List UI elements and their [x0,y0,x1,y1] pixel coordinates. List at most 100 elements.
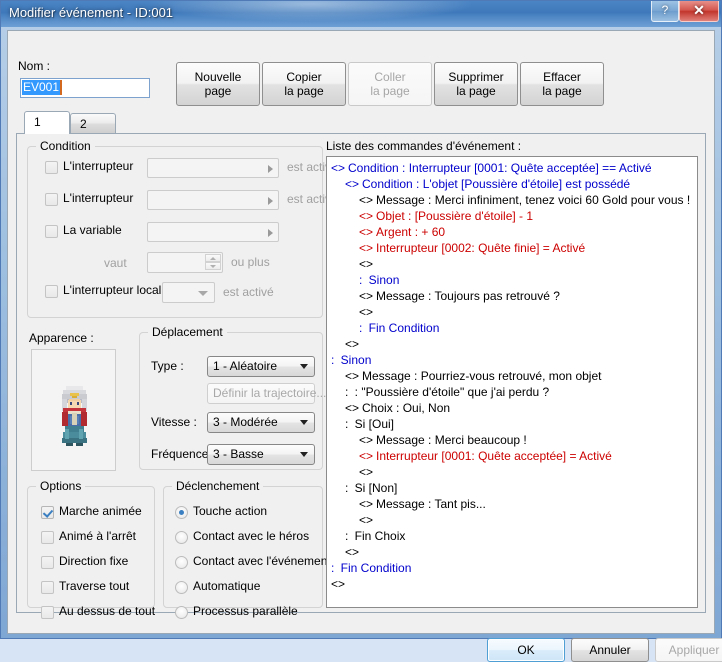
apply-button[interactable]: Appliquer [655,638,722,662]
trigger-label-1: Contact avec le héros [193,529,310,543]
command-diamond-icon: <> [359,241,374,255]
vitesse-label: Vitesse : [151,415,197,429]
command-line[interactable]: <> Condition : Interrupteur [0001: Quête … [329,160,697,176]
trigger-radio-2[interactable] [175,556,188,569]
options-legend: Options [36,479,86,493]
cancel-button[interactable]: Annuler [571,638,649,662]
command-line[interactable]: <> Message : Toujours pas retrouvé ? [329,288,697,304]
command-text: Argent : + 60 [376,225,446,239]
command-line[interactable]: <> [329,304,697,320]
switch2-label: L'interrupteur [63,191,134,205]
apparence-preview[interactable] [31,349,116,471]
command-colon-icon: : [331,353,338,367]
command-line[interactable]: : Fin Condition [329,560,697,576]
close-icon[interactable]: ✕ [679,1,719,22]
command-line[interactable]: <> Message : Tant pis... [329,496,697,512]
titlebar-glow [151,1,471,21]
command-line[interactable]: <> Objet : [Poussière d'étoile] - 1 [329,208,697,224]
command-line[interactable]: <> [329,464,697,480]
command-line[interactable]: : Fin Choix [329,528,697,544]
tab-label: 2 [80,117,87,131]
switch2-combo[interactable] [147,190,279,210]
command-text: Message : Tant pis... [376,497,486,511]
command-line[interactable]: : Si [Oui] [329,416,697,432]
page-button-line2: la page [284,84,324,98]
command-line[interactable]: : Si [Non] [329,480,697,496]
page-button-line1: Supprimer [448,70,504,84]
define-path-button[interactable]: Définir la trajectoire... [207,383,326,404]
command-text: Interrupteur [0002: Quête finie] = Activ… [376,241,586,255]
tab-2[interactable]: 2 [70,113,116,133]
vaut-label: vaut [104,256,127,270]
option-checkbox-0[interactable] [41,506,54,519]
command-line[interactable]: : Sinon [329,272,697,288]
command-line[interactable]: : Fin Condition [329,320,697,336]
command-line[interactable]: <> Interrupteur [0001: Quête acceptée] = … [329,448,697,464]
command-diamond-icon: <> [345,369,360,383]
command-colon-icon: : [331,561,338,575]
command-diamond-icon: <> [359,209,374,223]
page-button-effacer[interactable]: Effacer la page [520,62,604,106]
option-checkbox-2[interactable] [41,556,54,569]
trigger-radio-3[interactable] [175,581,188,594]
page-button-nouvelle[interactable]: Nouvelle page [176,62,260,106]
trigger-radio-4[interactable] [175,606,188,619]
command-line[interactable]: <> Argent : + 60 [329,224,697,240]
trigger-label-4: Processus parallèle [193,604,298,618]
command-list[interactable]: <> Condition : Interrupteur [0001: Quête … [326,156,698,608]
command-diamond-icon: <> [359,225,374,239]
help-button[interactable]: ? [651,1,679,22]
command-diamond-icon: <> [359,513,374,527]
command-line[interactable]: <> [329,544,697,560]
chevron-down-icon [198,291,208,296]
local-switch-combo[interactable] [162,282,215,303]
frequence-combo[interactable]: 3 - Basse [207,444,315,465]
name-label: Nom : [18,59,51,73]
command-line[interactable]: <> Interrupteur [0002: Quête finie] = Act… [329,240,697,256]
command-diamond-icon: <> [359,193,374,207]
command-line[interactable]: <> Condition : L'objet [Poussière d'étoil… [329,176,697,192]
title-bar[interactable]: Modifier événement - ID:001 ? ✕ [1,1,721,27]
command-line[interactable]: <> [329,576,697,592]
variable-checkbox[interactable] [45,225,58,238]
switch2-checkbox[interactable] [45,193,58,206]
command-text: Condition : Interrupteur [0001: Quête ac… [348,161,652,175]
deplacement-legend: Déplacement [148,325,227,339]
page-button-supprimer[interactable]: Supprimer la page [434,62,518,106]
variable-value-stepper[interactable] [147,252,223,273]
command-line[interactable]: : Sinon [329,352,697,368]
command-line[interactable]: <> Message : Merci infiniment, tenez voic… [329,192,697,208]
stepper-down-icon[interactable] [205,262,221,270]
command-diamond-icon: <> [345,337,360,351]
command-text: : "Poussière d'étoile" que j'ai perdu ? [354,385,550,399]
ok-button[interactable]: OK [487,638,565,662]
stepper-up-icon[interactable] [205,254,221,262]
trigger-radio-1[interactable] [175,531,188,544]
trigger-radio-0[interactable] [175,506,188,519]
option-checkbox-4[interactable] [41,606,54,619]
command-line[interactable]: <> [329,256,697,272]
command-line[interactable]: : : "Poussière d'étoile" que j'ai perdu … [329,384,697,400]
stepper-buttons[interactable] [205,254,221,271]
page-button-line2: la page [456,84,496,98]
command-line[interactable]: <> Choix : Oui, Non [329,400,697,416]
local-switch-suffix: est activé [223,285,274,299]
vitesse-combo[interactable]: 3 - Modérée [207,412,315,433]
option-checkbox-3[interactable] [41,581,54,594]
variable-combo[interactable] [147,222,279,242]
command-text: Si [Oui] [354,417,395,431]
switch1-combo[interactable] [147,158,279,178]
command-line[interactable]: <> [329,336,697,352]
tab-1[interactable]: 1 [24,111,70,134]
apparence-label: Apparence : [29,331,94,345]
command-diamond-icon: <> [345,545,360,559]
command-line[interactable]: <> Message : Pourriez-vous retrouvé, mon … [329,368,697,384]
local-switch-checkbox[interactable] [45,285,58,298]
command-line[interactable]: <> Message : Merci beaucoup ! [329,432,697,448]
command-text: Message : Merci beaucoup ! [376,433,527,447]
switch1-checkbox[interactable] [45,161,58,174]
option-checkbox-1[interactable] [41,531,54,544]
command-line[interactable]: <> [329,512,697,528]
type-combo[interactable]: 1 - Aléatoire [207,356,315,377]
page-button-copier[interactable]: Copier la page [262,62,346,106]
